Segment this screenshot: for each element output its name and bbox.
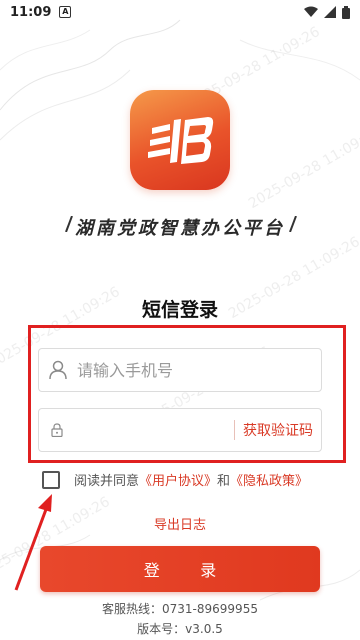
wifi-icon xyxy=(304,6,318,17)
user-icon xyxy=(49,360,67,380)
status-time: 11:09 xyxy=(10,4,52,20)
battery-icon xyxy=(342,5,350,19)
phone-field[interactable] xyxy=(38,348,322,392)
version-label: 版本号：v3.0.5 xyxy=(137,622,223,636)
watermark: 2025-09-28 11:09:26 xyxy=(245,123,360,213)
signal-icon xyxy=(324,6,336,18)
service-hotline: 客服热线：0731-89699955 xyxy=(102,602,258,616)
logo-glyph-icon xyxy=(148,117,214,164)
agree-prefix: 阅读并同意 xyxy=(74,474,140,489)
code-input[interactable] xyxy=(73,421,223,439)
agree-and: 和 xyxy=(217,474,231,489)
status-bar: 11:09 A xyxy=(0,0,360,24)
agree-checkbox[interactable] xyxy=(42,470,60,489)
app-name: 湖南党政智慧办公平台 xyxy=(75,218,285,239)
export-log-link[interactable]: 导出日志 xyxy=(0,514,360,533)
app-logo xyxy=(130,90,230,190)
code-field[interactable]: 获取验证码 xyxy=(38,408,322,452)
agreement-row: 阅读并同意 《用户协议》 和 《隐私政策》 xyxy=(42,470,308,489)
status-icons xyxy=(304,5,350,19)
phone-input[interactable] xyxy=(77,360,297,380)
lock-icon xyxy=(51,423,63,437)
notification-a-icon: A xyxy=(59,6,72,18)
page-title: 短信登录 xyxy=(141,299,218,321)
privacy-policy-link[interactable]: 《隐私政策》 xyxy=(230,470,308,489)
title-decoration-right xyxy=(289,216,297,232)
get-code-button[interactable]: 获取验证码 xyxy=(235,420,321,440)
login-button[interactable]: 登 录 xyxy=(40,546,320,592)
user-agreement-link[interactable]: 《用户协议》 xyxy=(139,470,217,489)
